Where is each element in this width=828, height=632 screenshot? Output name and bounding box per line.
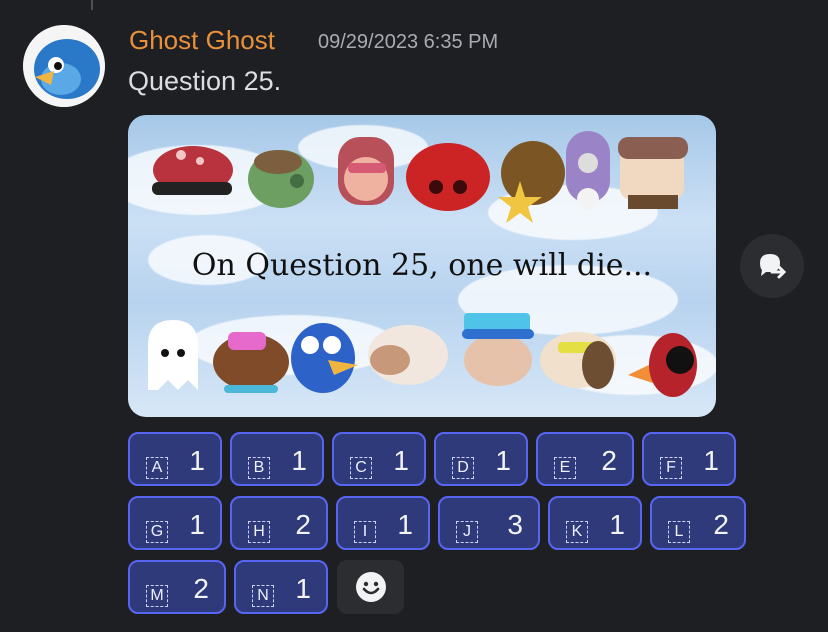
bird-avatar-icon — [23, 25, 105, 107]
regional-indicator-c-icon: C — [350, 457, 372, 479]
reaction-d[interactable]: D 1 — [434, 432, 528, 486]
redhead-character-icon — [338, 137, 394, 205]
reaction-j[interactable]: J 3 — [438, 496, 540, 550]
regional-indicator-n-icon: N — [252, 585, 274, 607]
reaction-count: 2 — [601, 445, 617, 476]
smile-icon — [355, 572, 386, 602]
reaction-count: 1 — [291, 445, 307, 476]
regional-indicator-e-icon: E — [554, 457, 576, 479]
message-timestamp: 09/29/2023 6:35 PM — [318, 31, 499, 53]
reaction-n[interactable]: N 1 — [234, 560, 328, 614]
regional-indicator-i-icon: I — [354, 521, 376, 543]
regional-indicator-g-icon: G — [146, 521, 168, 543]
regional-indicator-m-icon: M — [146, 585, 168, 607]
cardinal-icon — [628, 333, 697, 397]
regional-indicator-k-icon: K — [566, 521, 588, 543]
reaction-count: 1 — [189, 445, 205, 476]
red-mushroom-helmet-icon — [152, 146, 233, 195]
reaction-count: 2 — [713, 509, 729, 540]
reaction-l[interactable]: L 2 — [650, 496, 746, 550]
regional-indicator-b-icon: B — [248, 457, 270, 479]
message-text: Question 25. — [128, 66, 282, 96]
regional-indicator-l-icon: L — [668, 521, 690, 543]
reaction-count: 1 — [295, 573, 311, 604]
thread-connector — [91, 0, 93, 10]
capped-character-icon — [618, 137, 688, 209]
top-hat-character-icon — [462, 313, 534, 386]
add-reaction-button[interactable] — [337, 560, 404, 614]
share-button[interactable] — [740, 234, 804, 298]
reaction-f[interactable]: F 1 — [642, 432, 736, 486]
reaction-count: 1 — [703, 445, 719, 476]
purple-character-icon — [566, 131, 610, 210]
reaction-b[interactable]: B 1 — [230, 432, 324, 486]
reaction-count: 1 — [495, 445, 511, 476]
reaction-count: 3 — [507, 509, 523, 540]
character-illustrations: On Question 25, one will die... — [148, 131, 697, 397]
message-author[interactable]: Ghost Ghost — [129, 25, 275, 56]
regional-indicator-f-icon: F — [660, 457, 682, 479]
image-caption: On Question 25, one will die... — [192, 248, 652, 283]
reaction-g[interactable]: G 1 — [128, 496, 222, 550]
reaction-count: 1 — [189, 509, 205, 540]
brown-pink-glasses-icon — [213, 332, 289, 393]
fluffy-character-icon — [368, 325, 448, 385]
reaction-count: 1 — [397, 509, 413, 540]
message-image[interactable]: On Question 25, one will die... — [128, 115, 716, 417]
regional-indicator-a-icon: A — [146, 457, 168, 479]
reaction-k[interactable]: K 1 — [548, 496, 642, 550]
reaction-h[interactable]: H 2 — [230, 496, 328, 550]
red-blob-icon — [406, 143, 490, 211]
reaction-e[interactable]: E 2 — [536, 432, 634, 486]
avatar[interactable] — [23, 25, 105, 107]
share-icon — [760, 254, 787, 279]
green-character-icon — [248, 150, 314, 208]
brown-sheriff-icon — [498, 141, 565, 223]
regional-indicator-h-icon: H — [248, 521, 270, 543]
reaction-m[interactable]: M 2 — [128, 560, 226, 614]
regional-indicator-j-icon: J — [456, 521, 478, 543]
dog-glasses-icon — [540, 332, 616, 389]
reaction-a[interactable]: A 1 — [128, 432, 222, 486]
reaction-i[interactable]: I 1 — [336, 496, 430, 550]
ghost-icon — [148, 320, 198, 390]
reaction-c[interactable]: C 1 — [332, 432, 426, 486]
reaction-count: 1 — [609, 509, 625, 540]
reaction-count: 2 — [295, 509, 311, 540]
reaction-count: 1 — [393, 445, 409, 476]
regional-indicator-d-icon: D — [452, 457, 474, 479]
blue-bird-icon — [291, 323, 358, 393]
reaction-count: 2 — [193, 573, 209, 604]
